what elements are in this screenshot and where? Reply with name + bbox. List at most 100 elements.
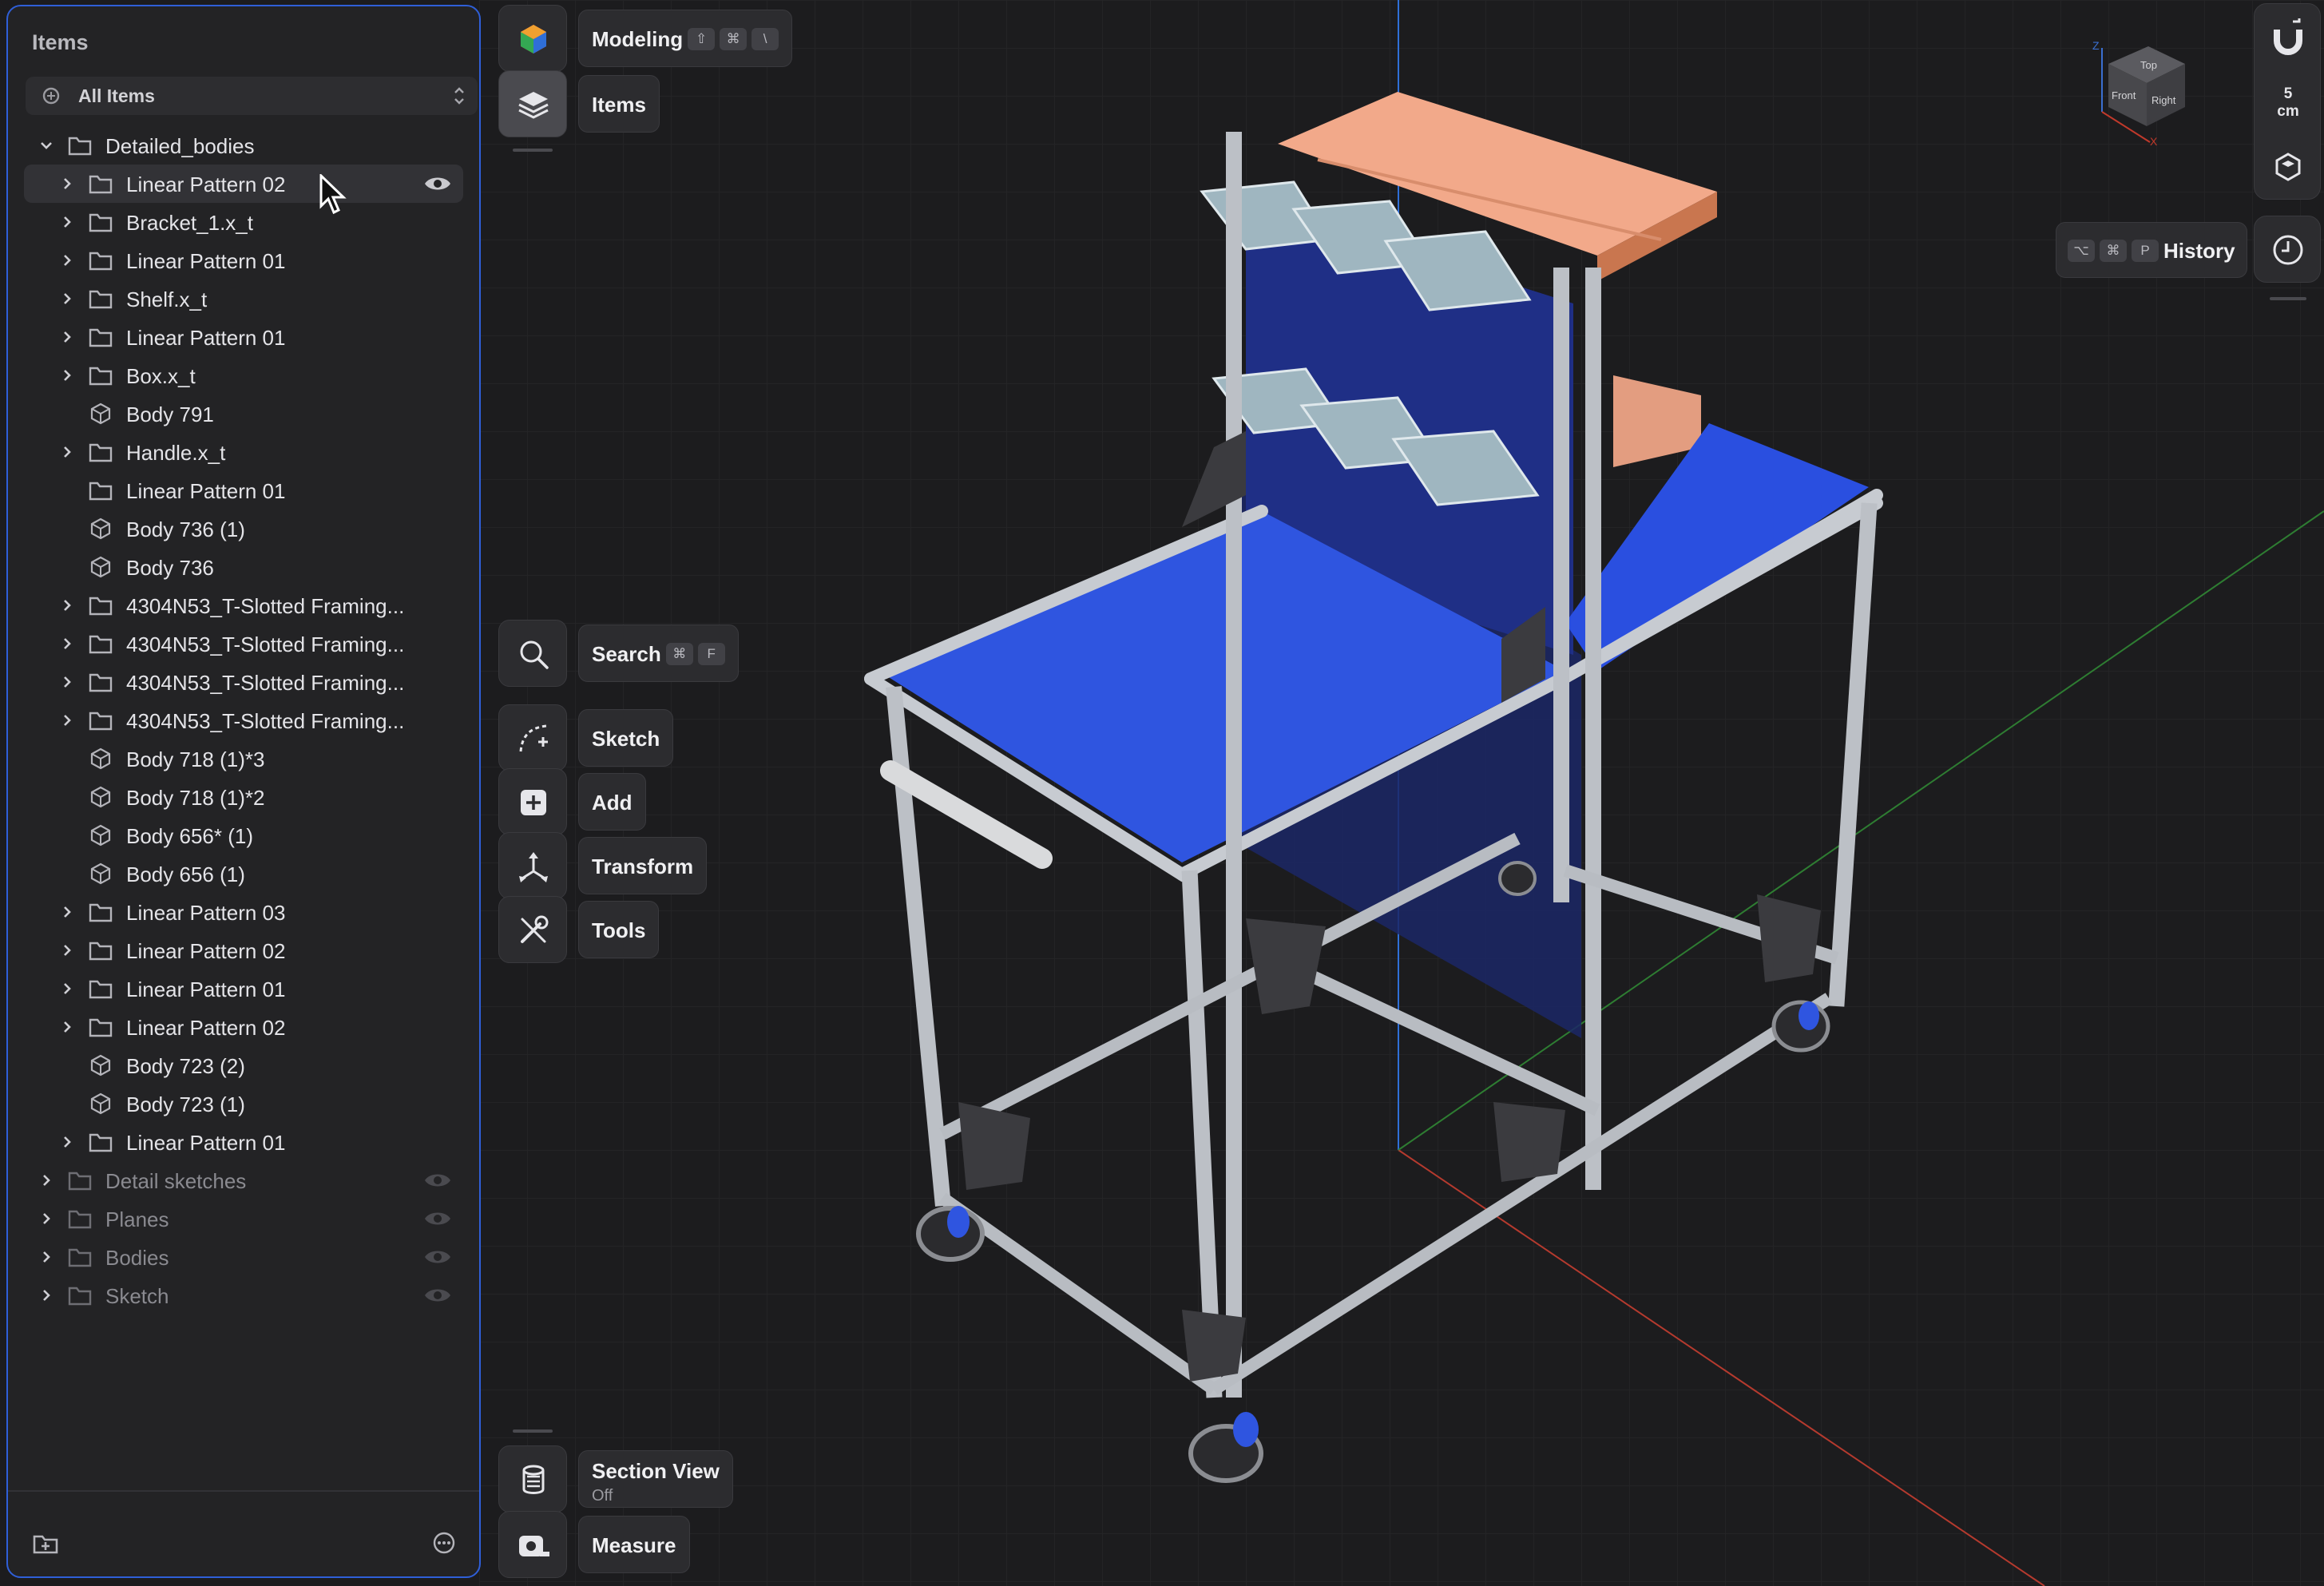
grid-unit-value: 5 bbox=[2283, 85, 2293, 102]
tree-item-label: Body 656* (1) bbox=[126, 824, 253, 848]
tree-item-folder[interactable]: Linear Pattern 01 bbox=[8, 318, 479, 356]
tree-item-folder[interactable]: 4304N53_T-Slotted Framing... bbox=[8, 663, 479, 701]
tools-label[interactable]: Tools bbox=[578, 901, 660, 958]
tree-item-folder[interactable]: Linear Pattern 01 bbox=[8, 1123, 479, 1161]
tree-item-folder[interactable]: Detail sketches bbox=[8, 1161, 479, 1199]
tree-item-folder[interactable]: Linear Pattern 02 bbox=[8, 931, 479, 969]
transform-label[interactable]: Transform bbox=[578, 837, 708, 894]
chevron-right-icon[interactable] bbox=[59, 597, 75, 613]
history-label[interactable]: ⌥ ⌘ P History bbox=[2056, 222, 2247, 278]
axis-z-label: Z bbox=[2092, 39, 2100, 52]
view-cube-front-label[interactable]: Front bbox=[2112, 89, 2136, 101]
chevron-right-icon[interactable] bbox=[59, 674, 75, 690]
tree-item-folder[interactable]: 4304N53_T-Slotted Framing... bbox=[8, 624, 479, 663]
tree-item-folder[interactable]: Linear Pattern 02 bbox=[8, 1008, 479, 1046]
search-shortcut-f: F bbox=[697, 643, 725, 666]
items-filter-select[interactable]: All Items bbox=[26, 77, 478, 115]
eye-hidden-icon[interactable] bbox=[423, 1285, 452, 1306]
add-label[interactable]: Add bbox=[578, 773, 646, 831]
tree-item-folder[interactable]: Linear Pattern 01 bbox=[8, 471, 479, 510]
measure-button[interactable] bbox=[498, 1511, 567, 1578]
measure-label[interactable]: Measure bbox=[578, 1516, 690, 1573]
eye-icon[interactable] bbox=[423, 173, 452, 194]
tree-item-body[interactable]: Body 723 (2) bbox=[8, 1046, 479, 1084]
tree-item-body[interactable]: Body 736 bbox=[8, 548, 479, 586]
chevron-right-icon[interactable] bbox=[59, 942, 75, 958]
chevron-right-icon[interactable] bbox=[38, 1287, 54, 1303]
chevron-right-icon[interactable] bbox=[38, 1211, 54, 1227]
tree-item-label: 4304N53_T-Slotted Framing... bbox=[126, 671, 405, 695]
magnet-icon[interactable] bbox=[2270, 18, 2306, 60]
chevron-right-icon[interactable] bbox=[59, 252, 75, 268]
tools-button[interactable] bbox=[498, 896, 567, 963]
body-cube-icon bbox=[90, 786, 111, 808]
chevron-right-icon[interactable] bbox=[59, 176, 75, 192]
modeling-mode-label[interactable]: Modeling ⇧ ⌘ \ bbox=[578, 10, 793, 67]
tree-item-folder[interactable]: Planes bbox=[8, 1199, 479, 1238]
chevron-right-icon[interactable] bbox=[59, 904, 75, 920]
chevron-right-icon[interactable] bbox=[59, 981, 75, 997]
snap-cube-icon[interactable] bbox=[2272, 151, 2304, 183]
items-panel-button[interactable] bbox=[498, 70, 567, 137]
tree-item-body[interactable]: Body 723 (1) bbox=[8, 1084, 479, 1123]
chevron-right-icon[interactable] bbox=[59, 1134, 75, 1150]
tree-item-folder[interactable]: 4304N53_T-Slotted Framing... bbox=[8, 586, 479, 624]
tree-item-label: Linear Pattern 02 bbox=[126, 939, 286, 963]
right-grip[interactable] bbox=[2270, 297, 2306, 300]
eye-hidden-icon[interactable] bbox=[423, 1208, 452, 1229]
tree-item-folder[interactable]: Bodies bbox=[8, 1238, 479, 1276]
tree-item-folder[interactable]: Linear Pattern 03 bbox=[8, 893, 479, 931]
chevron-right-icon[interactable] bbox=[59, 444, 75, 460]
tree-item-folder[interactable]: Detailed_bodies bbox=[8, 126, 479, 165]
eye-hidden-icon[interactable] bbox=[423, 1247, 452, 1267]
grid-unit-readout[interactable]: 5 cm bbox=[2255, 85, 2322, 121]
eye-hidden-icon[interactable] bbox=[423, 1170, 452, 1191]
tree-item-body[interactable]: Body 718 (1)*3 bbox=[8, 739, 479, 778]
tree-item-body[interactable]: Body 656 (1) bbox=[8, 854, 479, 893]
tree-item-folder[interactable]: 4304N53_T-Slotted Framing... bbox=[8, 701, 479, 739]
items-label[interactable]: Items bbox=[578, 75, 660, 133]
tree-item-folder[interactable]: Handle.x_t bbox=[8, 433, 479, 471]
tree-item-folder[interactable]: Sketch bbox=[8, 1276, 479, 1314]
sketch-button[interactable] bbox=[498, 704, 567, 771]
tree-item-body[interactable]: Body 656* (1) bbox=[8, 816, 479, 854]
body-cube-icon bbox=[90, 556, 111, 578]
chevron-right-icon[interactable] bbox=[38, 1249, 54, 1265]
view-cube-right-label[interactable]: Right bbox=[2151, 94, 2176, 106]
tree-item-folder[interactable]: Linear Pattern 01 bbox=[8, 241, 479, 280]
transform-button[interactable] bbox=[498, 832, 567, 899]
toolbar-bottom-grip[interactable] bbox=[513, 1429, 553, 1433]
new-folder-icon[interactable] bbox=[32, 1530, 59, 1556]
add-button[interactable] bbox=[498, 768, 567, 835]
chevron-right-icon[interactable] bbox=[59, 214, 75, 230]
tree-item-body[interactable]: Body 736 (1) bbox=[8, 510, 479, 548]
search-label[interactable]: Search ⌘ F bbox=[578, 624, 739, 682]
tree-item-body[interactable]: Body 791 bbox=[8, 395, 479, 433]
chevron-right-icon[interactable] bbox=[38, 1172, 54, 1188]
chevron-right-icon[interactable] bbox=[59, 712, 75, 728]
chevron-right-icon[interactable] bbox=[59, 636, 75, 652]
tree-item-folder[interactable]: Bracket_1.x_t bbox=[8, 203, 479, 241]
modeling-mode-button[interactable] bbox=[498, 5, 567, 72]
tree-item-folder[interactable]: Shelf.x_t bbox=[8, 280, 479, 318]
history-button[interactable] bbox=[2254, 216, 2321, 283]
chevron-right-icon[interactable] bbox=[59, 1019, 75, 1035]
chevron-right-icon[interactable] bbox=[59, 367, 75, 383]
tree-item-body[interactable]: Body 718 (1)*2 bbox=[8, 778, 479, 816]
section-view-label[interactable]: Section View Off bbox=[578, 1450, 733, 1508]
tree-item-folder[interactable]: Box.x_t bbox=[8, 356, 479, 395]
chevron-right-icon[interactable] bbox=[59, 291, 75, 307]
chevron-right-icon[interactable] bbox=[59, 329, 75, 345]
toolbar-grip[interactable] bbox=[513, 149, 553, 152]
more-options-icon[interactable] bbox=[431, 1530, 457, 1556]
search-button[interactable] bbox=[498, 620, 567, 687]
tree-item-label: Detailed_bodies bbox=[105, 134, 255, 158]
view-cube-top-label[interactable]: Top bbox=[2140, 59, 2157, 71]
layers-icon bbox=[518, 92, 549, 119]
chevron-down-icon[interactable] bbox=[38, 137, 54, 153]
tree-item-folder[interactable]: Linear Pattern 02 bbox=[24, 165, 463, 203]
tree-item-folder[interactable]: Linear Pattern 01 bbox=[8, 969, 479, 1008]
section-view-button[interactable] bbox=[498, 1445, 567, 1513]
sketch-label[interactable]: Sketch bbox=[578, 709, 674, 767]
folder-icon bbox=[68, 1287, 92, 1306]
